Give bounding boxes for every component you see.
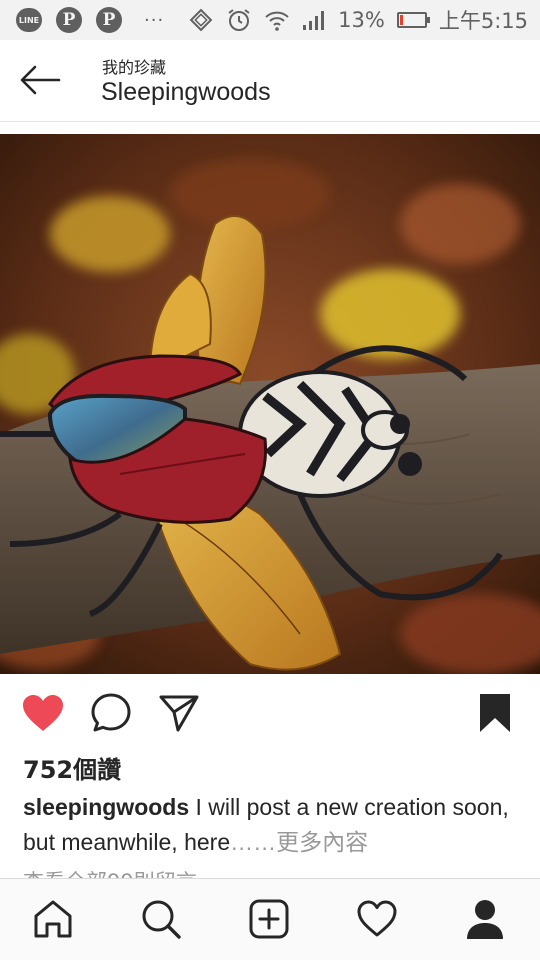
heart-icon bbox=[23, 695, 63, 731]
alarm-icon bbox=[226, 7, 252, 33]
collection-header: 我的珍藏 Sleepingwoods bbox=[0, 40, 540, 122]
nav-add-button[interactable] bbox=[247, 897, 291, 941]
comment-icon bbox=[91, 693, 131, 732]
post-caption: sleepingwoods I will post a new creation… bbox=[23, 790, 523, 860]
nav-profile-button[interactable] bbox=[463, 897, 507, 941]
save-button[interactable] bbox=[473, 692, 517, 734]
beetle-sculpture-image bbox=[0, 134, 540, 674]
wifi-icon bbox=[264, 7, 290, 33]
nav-search-button[interactable] bbox=[139, 897, 183, 941]
caption-username[interactable]: sleepingwoods bbox=[23, 794, 189, 820]
activity-heart-icon bbox=[357, 900, 397, 937]
like-button[interactable] bbox=[21, 692, 65, 734]
line-app-icon: LINE bbox=[16, 8, 42, 32]
share-button[interactable] bbox=[157, 692, 201, 734]
post-photo[interactable] bbox=[0, 134, 540, 674]
pinterest-icon-2: P bbox=[96, 7, 122, 33]
add-post-icon bbox=[249, 899, 289, 939]
status-bar: LINE P P ··· 13% 上午5:15 bbox=[0, 0, 540, 40]
battery-percent: 13% bbox=[338, 8, 385, 32]
battery-icon bbox=[396, 12, 430, 28]
back-button[interactable] bbox=[16, 60, 64, 100]
collection-label: 我的珍藏 bbox=[102, 58, 167, 77]
clock: 上午5:15 bbox=[438, 9, 528, 33]
rotate-icon bbox=[188, 7, 214, 33]
bottom-navigation bbox=[0, 878, 540, 960]
comment-button[interactable] bbox=[89, 692, 133, 734]
battery-level bbox=[399, 15, 403, 25]
bookmark-icon bbox=[480, 694, 510, 732]
post-actions bbox=[0, 674, 540, 752]
pinterest-icon: P bbox=[56, 7, 82, 33]
search-icon bbox=[142, 900, 181, 939]
more-notifications-icon: ··· bbox=[144, 9, 165, 31]
nav-activity-button[interactable] bbox=[355, 897, 399, 941]
more-link[interactable]: ……更多內容 bbox=[230, 829, 368, 855]
profile-icon bbox=[467, 900, 503, 939]
collection-title: Sleepingwoods bbox=[101, 78, 271, 106]
like-count[interactable]: 752個讚 bbox=[23, 750, 121, 785]
nav-home-button[interactable] bbox=[31, 897, 75, 941]
home-icon bbox=[34, 900, 72, 938]
signal-icon bbox=[302, 9, 326, 31]
arrow-left-icon bbox=[20, 65, 61, 95]
paper-plane-icon bbox=[159, 695, 199, 732]
